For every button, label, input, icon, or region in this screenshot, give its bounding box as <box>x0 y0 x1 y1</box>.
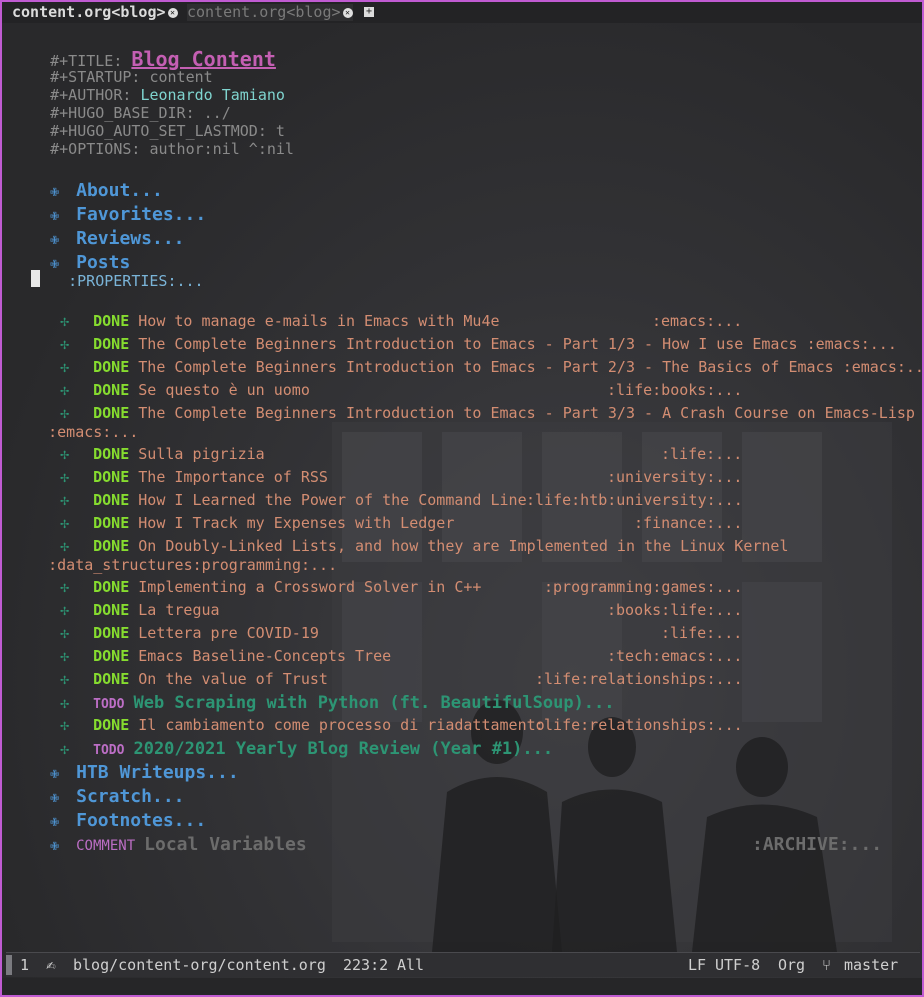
file-encoding[interactable]: UTF-8 <box>715 953 760 977</box>
tab-label: content.org<blog> <box>12 3 166 21</box>
post-entry[interactable]: ✢ DONE Lettera pre COVID-19:life:... <box>14 603 742 642</box>
post-entry-wrapped-tags: :emacs:... <box>12 402 138 441</box>
echo-area <box>2 978 922 995</box>
heading-reviews[interactable]: ✙ Reviews... <box>14 206 184 249</box>
post-entry[interactable]: ✢ DONE The Importance of RSS:university:.… <box>14 447 742 486</box>
options-value: author:nil ^:nil <box>149 140 294 158</box>
close-tab-icon[interactable]: ✕ <box>342 7 353 18</box>
properties-label: :PROPERTIES:... <box>68 272 204 290</box>
post-entry[interactable]: ✢ DONE On the value of Trust:life:relatio… <box>14 649 743 688</box>
post-entry[interactable]: ✢ DONE Emacs Baseline-Concepts Tree:tech:… <box>14 626 742 665</box>
tab-bar: content.org<blog> ✕ content.org<blog> ✕ + <box>2 2 922 23</box>
entry-tags: :tech:emacs:... <box>607 647 743 665</box>
entry-tags: :life:relationships:... <box>535 716 743 734</box>
heading-htb-writeups[interactable]: ✙ HTB Writeups... <box>14 740 239 783</box>
entry-title: The Complete Beginners Introduction to E… <box>138 404 915 422</box>
post-entry[interactable]: ✢ DONE On Doubly-Linked Lists, and how th… <box>14 516 788 555</box>
post-entry-wrapped-tags: :data_structures:programming:... <box>12 535 337 574</box>
post-entry[interactable]: ✢ DONE La tregua:books:life:... <box>14 580 742 619</box>
new-tab-icon[interactable]: + <box>364 7 374 17</box>
heading-posts[interactable]: ✙ Posts <box>14 230 130 273</box>
heading-about[interactable]: ✙ About... <box>14 158 163 201</box>
post-entry-todo[interactable]: ✢ TODO 2020/2021 Yearly Blog Review (Year… <box>14 716 553 759</box>
heading-label: Local Variables <box>144 834 307 855</box>
entry-tags: :life:htb:university:... <box>526 491 743 509</box>
entry-tags: :university:... <box>607 468 743 486</box>
options-keyword: #+OPTIONS: <box>50 140 141 158</box>
file-modified-icon: ✍ <box>46 955 56 974</box>
archive-tag: :ARCHIVE:... <box>752 834 883 855</box>
post-entry[interactable]: ✢ DONE How to manage e-mails in Emacs wit… <box>14 291 742 330</box>
post-entry[interactable]: ✢ DONE Implementing a Crossword Solver in… <box>14 557 743 596</box>
window-number[interactable]: 1 <box>20 953 29 977</box>
entry-tags: :life:... <box>661 624 743 642</box>
options-line[interactable]: #+OPTIONS: author:nil ^:nil <box>14 119 294 158</box>
emacs-frame: content.org<blog> ✕ content.org<blog> ✕ + … <box>0 0 924 997</box>
scroll-position: All <box>397 956 425 974</box>
entry-tags: :emacs:... <box>842 358 924 376</box>
author-line[interactable]: #+AUTHOR: Leonardo Tamiano <box>14 65 285 104</box>
properties-drawer[interactable]: :PROPERTIES:... <box>32 251 203 290</box>
close-tab-icon[interactable]: ✕ <box>167 7 178 18</box>
git-branch[interactable]: master <box>844 953 898 977</box>
post-entry[interactable]: ✢ DONE Sulla pigrizia:life:... <box>14 424 742 463</box>
buffer-file-path[interactable]: blog/content-org/content.org <box>73 953 326 977</box>
tab-content-org-inactive[interactable]: content.org<blog> ✕ <box>187 4 353 21</box>
entry-tags: :programming:games:... <box>544 578 743 596</box>
cursor-position: 223:2 <box>343 956 389 974</box>
post-entry[interactable]: ✢ DONE The Complete Beginners Introductio… <box>14 383 915 422</box>
post-entry[interactable]: ✢ DONE The Complete Beginners Introductio… <box>14 314 897 353</box>
heading-favorites[interactable]: ✙ Favorites... <box>14 182 206 225</box>
text-cursor <box>31 270 40 287</box>
git-branch-icon: ⑂ <box>822 956 832 974</box>
title-line[interactable]: #+TITLE: Blog Content <box>14 26 276 70</box>
post-entry[interactable]: ✢ DONE How I Track my Expenses with Ledge… <box>14 493 742 532</box>
startup-line[interactable]: #+STARTUP: content <box>14 47 213 86</box>
heading-bullet-icon: ✙ <box>50 836 60 854</box>
post-entry[interactable]: ✢ DONE Il cambiamento come processo di ri… <box>14 695 743 734</box>
post-entry-todo[interactable]: ✢ TODO Web Scraping with Python (ft. Beau… <box>14 670 614 713</box>
hugo-base-dir-line[interactable]: #+HUGO_BASE_DIR: ../ <box>14 83 231 122</box>
mode-line: 1 ✍ blog/content-org/content.org 223:2 A… <box>6 952 920 977</box>
hugo-auto-lastmod-line[interactable]: #+HUGO_AUTO_SET_LASTMOD: t <box>14 101 285 140</box>
entry-tags: :books:life:... <box>607 601 743 619</box>
comment-keyword: COMMENT <box>76 838 136 854</box>
mode-line-indicator <box>6 955 12 975</box>
heading-scratch[interactable]: ✙ Scratch... <box>14 764 184 807</box>
tab-label: content.org<blog> <box>187 3 341 21</box>
heading-footnotes[interactable]: ✙ Footnotes... <box>14 788 206 831</box>
entry-tags: :life:... <box>661 445 743 463</box>
post-entry[interactable]: ✢ DONE How I Learned the Power of the Com… <box>14 470 743 509</box>
post-entry[interactable]: ✢ DONE Se questo è un uomo:life:books:... <box>14 360 742 399</box>
major-mode[interactable]: Org <box>778 953 805 977</box>
heading-local-variables[interactable]: ✙ COMMENT Local Variables :ARCHIVE:... <box>14 812 882 855</box>
tab-content-org-active[interactable]: content.org<blog> ✕ <box>12 4 178 21</box>
eol-style[interactable]: LF <box>688 953 706 977</box>
post-entry[interactable]: ✢ DONE The Complete Beginners Introductio… <box>14 337 922 376</box>
